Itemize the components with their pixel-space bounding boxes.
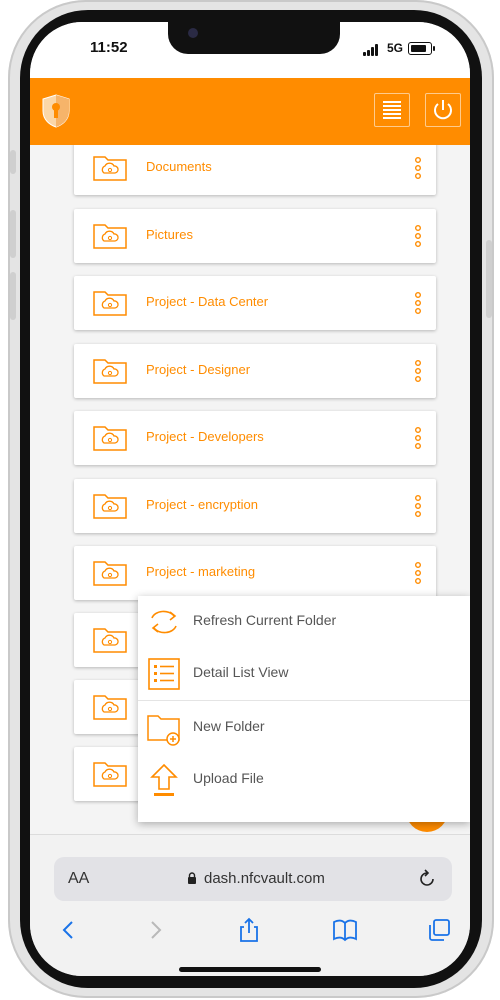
back-icon[interactable] [56, 917, 82, 943]
share-icon[interactable] [236, 917, 262, 943]
cloud-folder-icon [93, 224, 127, 249]
menu-item-upload[interactable]: Upload File [138, 754, 470, 806]
lock-icon [188, 872, 196, 884]
cloud-folder-icon [93, 762, 127, 787]
text-size-button[interactable]: AA [68, 870, 89, 888]
more-vertical-icon[interactable] [413, 224, 423, 248]
menu-item-label: Detail List View [193, 664, 289, 680]
camera-icon [188, 28, 198, 38]
folder-name: Project - Developers [146, 429, 264, 444]
cloud-folder-icon [93, 695, 127, 720]
menu-item-label: New Folder [193, 718, 265, 734]
folder-row[interactable]: Pictures [74, 209, 436, 263]
shield-lock-logo-icon[interactable] [42, 94, 70, 128]
reload-icon[interactable] [416, 868, 438, 890]
forward-icon[interactable] [142, 917, 168, 943]
battery-icon [408, 42, 432, 55]
mute-switch [10, 150, 16, 174]
detail-list-icon [148, 658, 180, 690]
cloud-folder-icon [93, 156, 127, 181]
status-time: 11:52 [90, 39, 128, 56]
menu-divider [138, 700, 470, 701]
folder-name: Documents [146, 159, 212, 174]
folder-row[interactable]: Project - encryption [74, 479, 436, 533]
notch [168, 22, 340, 54]
status-bar: 11:52 5G [30, 22, 470, 78]
address-bar[interactable]: AA dash.nfcvault.com [54, 857, 452, 901]
folder-row[interactable]: Project - Data Center [74, 276, 436, 330]
more-vertical-icon[interactable] [413, 426, 423, 450]
home-indicator[interactable] [179, 967, 321, 972]
more-vertical-icon[interactable] [413, 291, 423, 315]
volume-up-button [10, 210, 16, 258]
folder-row[interactable]: Project - Designer [74, 344, 436, 398]
more-vertical-icon[interactable] [413, 494, 423, 518]
folder-name: Project - Designer [146, 362, 251, 377]
menu-item-label: Upload File [193, 770, 264, 786]
menu-button[interactable] [374, 93, 410, 127]
cloud-folder-icon [93, 426, 127, 451]
more-vertical-icon[interactable] [413, 156, 423, 180]
folder-name: Project - marketing [146, 564, 256, 579]
folder-row[interactable]: Project - Developers [74, 411, 436, 465]
network-type: 5G [387, 41, 404, 55]
side-button [486, 240, 492, 318]
folder-name: Project - encryption [146, 497, 258, 512]
browser-toolbar: AA dash.nfcvault.com [30, 834, 470, 976]
app-header [30, 78, 470, 145]
power-icon [434, 100, 452, 120]
cloud-folder-icon [93, 561, 127, 586]
signal-icon [363, 44, 383, 56]
menu-item-label: Refresh Current Folder [193, 612, 337, 628]
tabs-icon[interactable] [426, 917, 452, 943]
more-vertical-icon[interactable] [413, 561, 423, 585]
url-text[interactable]: dash.nfcvault.com [204, 870, 325, 887]
volume-down-button [10, 272, 16, 320]
new-folder-icon [147, 715, 180, 746]
cloud-folder-icon [93, 494, 127, 519]
refresh-icon [151, 610, 177, 634]
folder-name: Project - Data Center [146, 294, 269, 309]
more-vertical-icon[interactable] [413, 359, 423, 383]
menu-item-new-folder[interactable]: New Folder [138, 702, 470, 754]
folder-row[interactable]: Project - marketing [74, 546, 436, 600]
context-menu: Refresh Current Folder Detail List View … [138, 596, 470, 822]
list-menu-icon [383, 101, 401, 119]
battery-tip [433, 46, 435, 51]
menu-item-detail-list[interactable]: Detail List View [138, 648, 470, 700]
upload-icon [150, 763, 178, 796]
folder-row[interactable]: Documents [74, 145, 436, 195]
logout-button[interactable] [425, 93, 461, 127]
cloud-folder-icon [93, 628, 127, 653]
cloud-folder-icon [93, 291, 127, 316]
menu-item-refresh[interactable]: Refresh Current Folder [138, 596, 470, 648]
cloud-folder-icon [93, 359, 127, 384]
bookmarks-icon[interactable] [332, 917, 358, 943]
screen: 11:52 5G Documents Pictures Project - Da… [30, 22, 470, 976]
folder-name: Pictures [146, 227, 193, 242]
